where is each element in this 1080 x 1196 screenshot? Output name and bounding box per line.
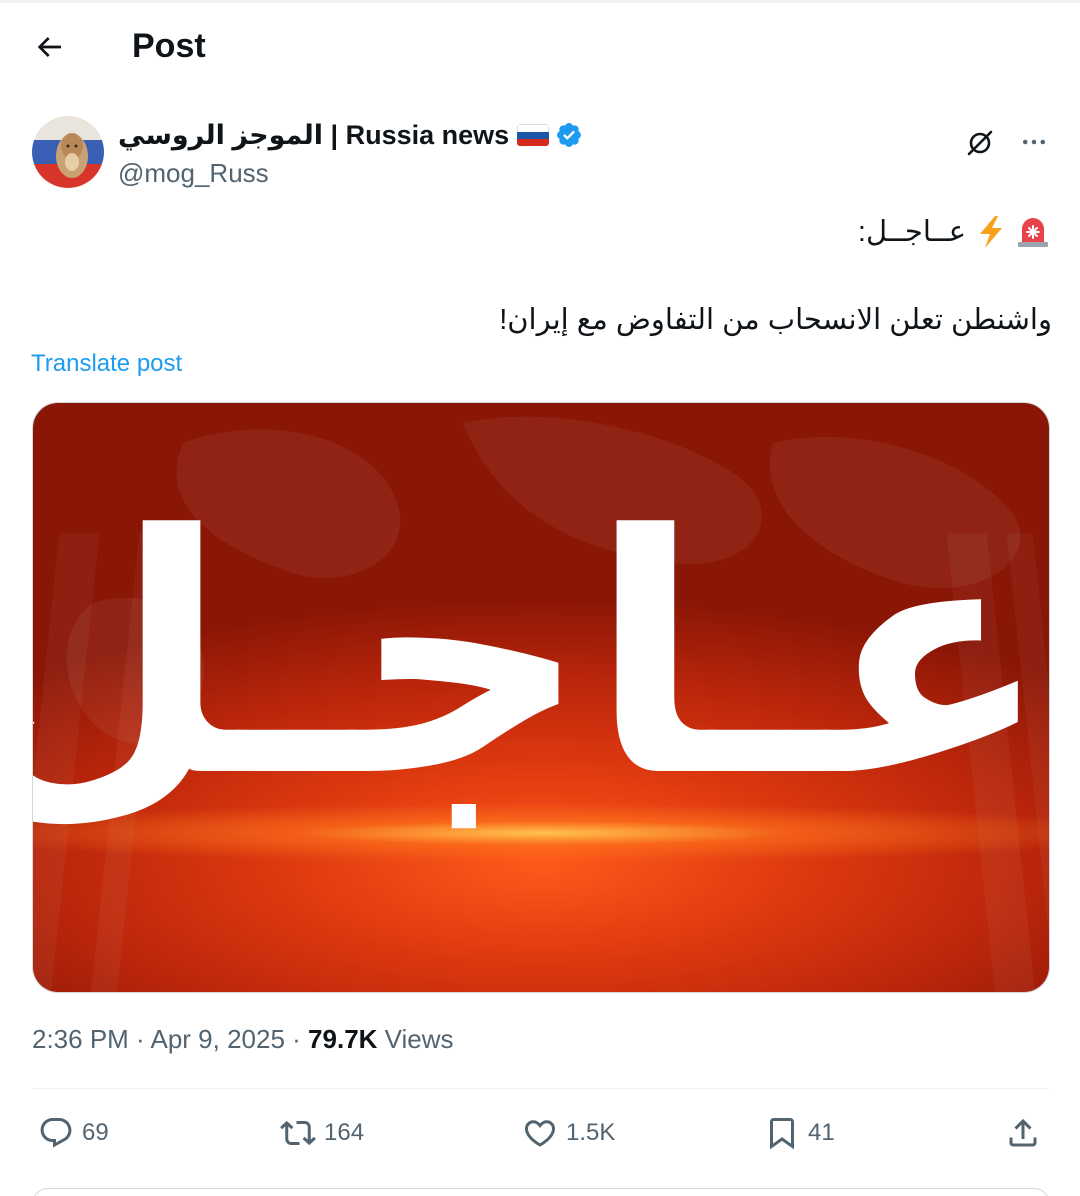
tweet-media-image[interactable]: عـاجـل (32, 402, 1050, 993)
arrow-left-icon (37, 37, 61, 57)
media-headline-text: عـاجـل (32, 465, 1050, 849)
views-count: 79.7K (308, 1024, 378, 1054)
share-icon (1009, 1118, 1037, 1147)
author-name-row[interactable]: الموجز الروسي | Russia news (118, 116, 583, 154)
page-header: Post (0, 0, 1080, 96)
tweet-text-line-2: واشنطن تعلن الانسحاب من التفاوض مع إيران… (499, 304, 1052, 336)
tweet-text-line-1: عــاجــل: (858, 214, 1050, 249)
rotating-light-icon (1016, 215, 1050, 249)
repost-icon (280, 1120, 316, 1146)
action-bar: 69 164 1.5K 41 (0, 1108, 1080, 1158)
meta-separator-2: · (284, 1024, 309, 1054)
share-button[interactable] (1005, 1108, 1041, 1158)
like-count: 1.5K (566, 1119, 616, 1146)
author-handle[interactable]: @mog_Russ (118, 158, 583, 189)
grok-icon (967, 130, 993, 156)
russia-flag-icon (517, 124, 550, 146)
tweet-date[interactable]: Apr 9, 2025 (151, 1024, 285, 1054)
reply-icon (40, 1118, 72, 1148)
divider (32, 1088, 1050, 1089)
meta-separator: · (128, 1024, 151, 1054)
page-title: Post (132, 27, 206, 65)
repost-button[interactable]: 164 (280, 1108, 364, 1158)
reply-count: 69 (82, 1119, 109, 1146)
repost-count: 164 (324, 1119, 365, 1146)
lightning-icon (974, 215, 1008, 249)
bookmark-count: 41 (808, 1119, 835, 1146)
heart-icon (524, 1120, 556, 1147)
more-dots-icon (1023, 139, 1045, 145)
bookmark-icon (770, 1118, 794, 1150)
avatar[interactable] (32, 116, 104, 188)
back-button[interactable] (26, 24, 72, 70)
avatar-image (32, 116, 104, 188)
translate-post-link[interactable]: Translate post (31, 350, 182, 378)
reply-composer-edge (32, 1188, 1050, 1196)
grok-button[interactable] (958, 120, 1002, 164)
tweet-metadata: 2:36 PM · Apr 9, 2025 · 79.7K Views (32, 1024, 454, 1055)
views-label: Views (377, 1024, 454, 1054)
verified-badge-icon[interactable] (555, 121, 583, 149)
like-button[interactable]: 1.5K (522, 1108, 615, 1158)
tweet-breaking-label: عــاجــل: (857, 216, 966, 248)
reply-button[interactable]: 69 (38, 1108, 109, 1158)
tweet-time[interactable]: 2:36 PM (32, 1024, 129, 1054)
author-block: الموجز الروسي | Russia news @mog_Russ (118, 116, 583, 189)
bookmark-button[interactable]: 41 (764, 1108, 835, 1158)
author-display-name[interactable]: الموجز الروسي | Russia news (118, 120, 509, 151)
more-options-button[interactable] (1012, 120, 1056, 164)
